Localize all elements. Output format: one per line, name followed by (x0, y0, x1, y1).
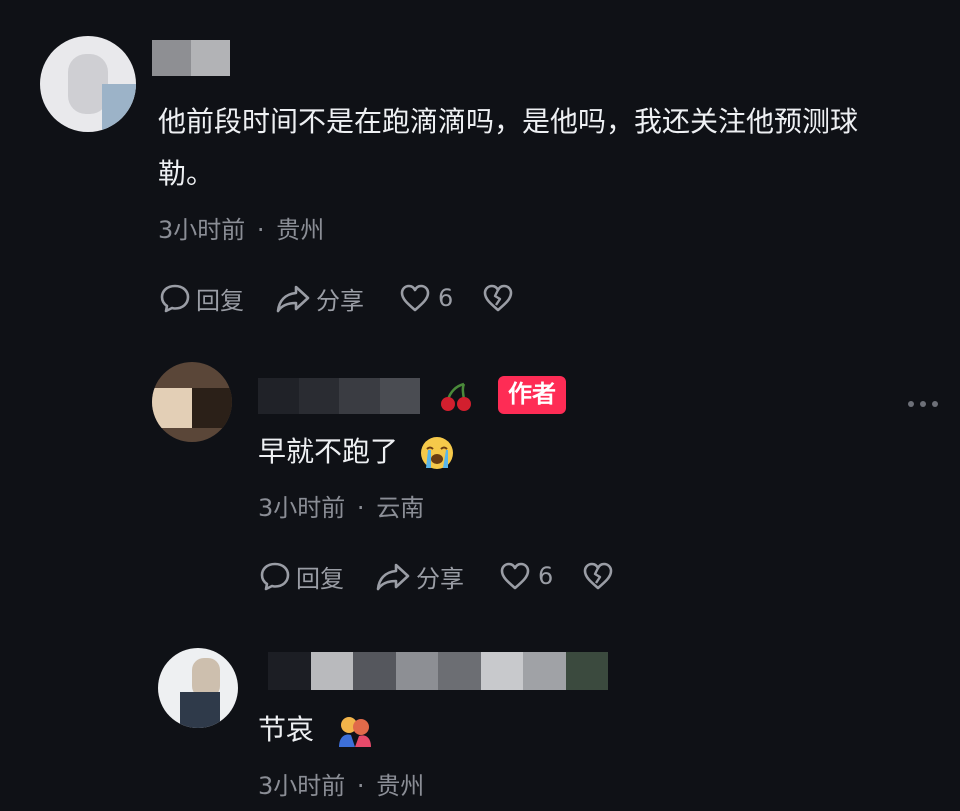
separator: · (356, 494, 365, 522)
chat-bubble-icon (260, 562, 290, 591)
location: 贵州 (376, 772, 425, 800)
like-count: 6 (538, 562, 554, 590)
broken-heart-icon (583, 562, 613, 590)
timestamp: 3小时前 (258, 772, 346, 800)
comment-actions: 回复 分享 6 (258, 558, 615, 594)
avatar[interactable] (158, 648, 238, 728)
username-redacted[interactable] (268, 652, 608, 690)
more-options-icon[interactable] (908, 401, 938, 407)
username-redacted[interactable] (152, 40, 230, 76)
like-count: 6 (438, 284, 454, 312)
comment-meta: 3小时前 · 贵州 (158, 210, 324, 245)
comment-meta: 3小时前 · 贵州 (258, 766, 424, 801)
avatar[interactable] (152, 362, 232, 442)
share-arrow-icon (276, 285, 310, 313)
share-button[interactable]: 分享 (274, 281, 364, 316)
location: 云南 (376, 494, 425, 522)
separator: · (356, 772, 365, 800)
share-button[interactable]: 分享 (374, 559, 464, 594)
comment-text: 节哀 (258, 708, 375, 752)
comment-text: 早就不跑了 (258, 430, 455, 474)
avatar[interactable] (40, 36, 136, 132)
hugging-people-icon (338, 717, 371, 747)
share-arrow-icon (376, 563, 410, 591)
comment-text-line: 勒。 (158, 157, 215, 190)
chat-bubble-icon (160, 284, 190, 313)
comment-text-line: 他前段时间不是在跑滴滴吗，是他吗，我还关注他预测球 (158, 105, 859, 138)
dislike-button[interactable] (481, 281, 515, 315)
broken-heart-icon (483, 284, 513, 312)
cherry-icon (441, 382, 471, 411)
like-button[interactable]: 6 (498, 559, 553, 593)
timestamp: 3小时前 (258, 494, 346, 522)
author-badge: 作者 (498, 376, 566, 414)
comment-meta: 3小时前 · 云南 (258, 488, 424, 523)
comment-text: 他前段时间不是在跑滴滴吗，是他吗，我还关注他预测球 勒。 (158, 100, 858, 196)
loudly-crying-face-icon (420, 437, 453, 469)
comment-actions: 回复 分享 6 (158, 280, 515, 316)
dislike-button[interactable] (581, 559, 615, 593)
heart-icon (400, 284, 430, 312)
reply-button[interactable]: 回复 (258, 559, 344, 594)
separator: · (256, 216, 265, 244)
reply-button[interactable]: 回复 (158, 281, 244, 316)
timestamp: 3小时前 (158, 216, 246, 244)
heart-icon (500, 562, 530, 590)
location: 贵州 (276, 216, 325, 244)
like-button[interactable]: 6 (398, 281, 453, 315)
username-redacted[interactable] (258, 378, 420, 414)
